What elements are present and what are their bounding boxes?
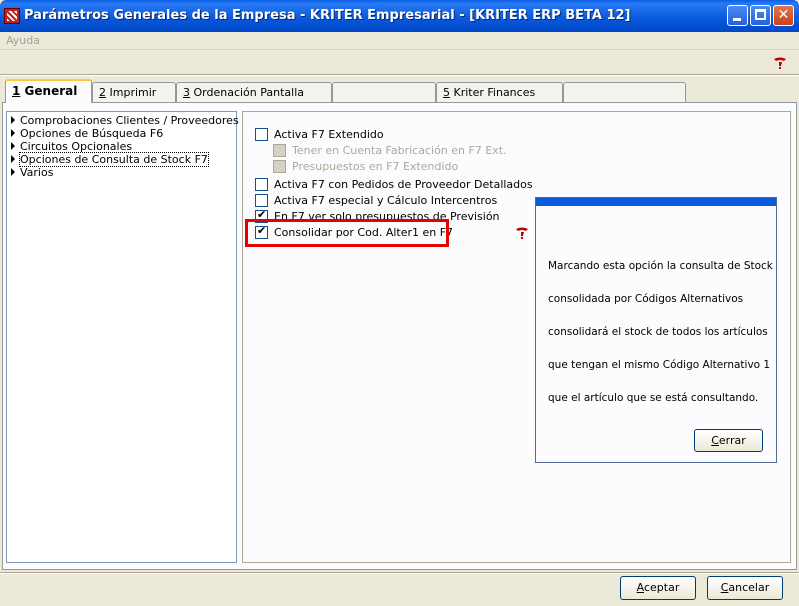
maximize-button[interactable]	[750, 5, 771, 26]
maximize-icon	[755, 9, 766, 20]
highlight-box	[245, 219, 449, 247]
expand-arrow-icon[interactable]	[11, 129, 15, 137]
tree-item-busqueda-f6[interactable]: Opciones de Búsqueda F6	[11, 127, 163, 140]
tab-4[interactable]	[332, 82, 436, 102]
tab-general[interactable]: 1 General	[5, 79, 92, 103]
tab-6[interactable]	[563, 82, 686, 102]
menu-bar: Ayuda	[0, 32, 799, 50]
accept-button[interactable]: Aceptar	[620, 576, 696, 600]
popup-close-button[interactable]: Cerrar	[694, 429, 763, 452]
help-icon[interactable]	[514, 226, 530, 240]
tab-imprimir[interactable]: 2 Imprimir	[92, 82, 176, 102]
toolbar-separator	[0, 74, 799, 76]
checkbox[interactable]	[255, 194, 268, 207]
popup-text-line: consolidará el stock de todos los artícu…	[548, 326, 768, 338]
expand-arrow-icon[interactable]	[11, 116, 15, 124]
minimize-button[interactable]	[727, 5, 748, 26]
popup-text-line: Marcando esta opción la consulta de Stoc…	[548, 260, 773, 272]
tab-ordenacion-pantalla[interactable]: 3 Ordenación Pantalla	[176, 82, 332, 102]
popup-title-bar	[536, 198, 776, 206]
tab-kriter-finances[interactable]: 5 Kriter Finances	[436, 82, 563, 102]
popup-text-line: que el artículo que se está consultando.	[548, 392, 759, 404]
checkbox[interactable]	[255, 128, 268, 141]
tree-item-consulta-stock-f7[interactable]: Opciones de Consulta de Stock F7	[11, 152, 209, 167]
category-tree[interactable]: Comprobaciones Clientes / Proveedores Op…	[6, 111, 239, 563]
help-popup: Marcando esta opción la consulta de Stoc…	[535, 197, 777, 463]
checkbox[interactable]	[255, 178, 268, 191]
help-icon[interactable]	[772, 56, 788, 70]
checkbox	[273, 144, 286, 157]
checkbox	[273, 160, 286, 173]
menu-ayuda[interactable]: Ayuda	[6, 34, 40, 47]
app-icon	[4, 8, 20, 24]
title-bar[interactable]: Parámetros Generales de la Empresa - KRI…	[0, 0, 799, 32]
popup-text-line: que tengan el mismo Código Alternativo 1	[548, 359, 771, 371]
expand-arrow-icon[interactable]	[11, 155, 15, 163]
minimize-icon	[733, 18, 741, 21]
cancel-button[interactable]: Cancelar	[707, 576, 783, 600]
window-title: Parámetros Generales de la Empresa - KRI…	[24, 8, 631, 23]
tree-item-circuitos[interactable]: Circuitos Opcionales	[11, 140, 132, 153]
tree-item-comprobaciones[interactable]: Comprobaciones Clientes / Proveedores	[11, 114, 239, 127]
close-icon: ✕	[777, 7, 790, 23]
expand-arrow-icon[interactable]	[11, 168, 15, 176]
expand-arrow-icon[interactable]	[11, 142, 15, 150]
bottom-separator	[0, 572, 799, 574]
tree-item-varios[interactable]: Varios	[11, 166, 53, 179]
close-button[interactable]: ✕	[773, 5, 794, 26]
popup-text-line: consolidada por Códigos Alternativos	[548, 293, 744, 305]
